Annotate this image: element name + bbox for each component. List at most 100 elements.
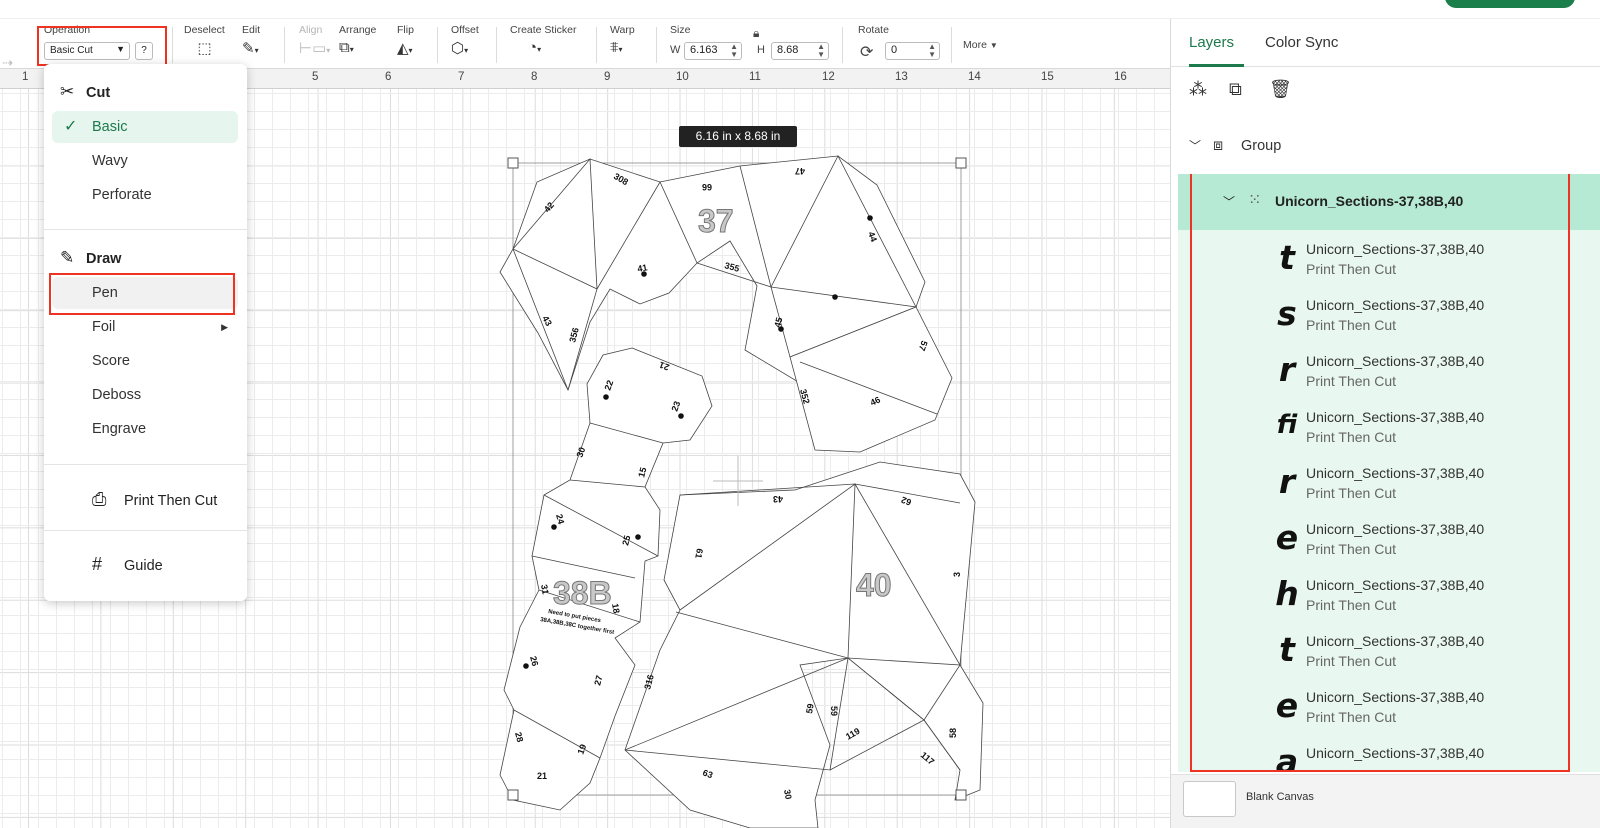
chevron-down-icon[interactable]: ﹀ <box>1189 137 1213 154</box>
menu-item-label: Pen <box>92 285 118 301</box>
layer-row[interactable]: fi Unicorn_Sections-37,38B,40 Print Then… <box>1178 400 1600 456</box>
flip-button[interactable]: Flip ◭▾ <box>397 24 414 57</box>
layer-name: Unicorn_Sections-37,38B,40 <box>1306 689 1485 705</box>
layer-operation: Print Then Cut <box>1306 709 1397 725</box>
pencil-icon: ✎▾ <box>242 40 259 57</box>
edge-label: 30 <box>782 789 794 801</box>
more-button[interactable]: More ▼ <box>963 39 998 51</box>
divider <box>496 27 497 63</box>
width-value: 6.163 <box>690 44 718 56</box>
menu-item-score[interactable]: Score <box>52 345 238 377</box>
ruler-tick: 13 <box>895 71 908 83</box>
edge-label: 21 <box>537 771 547 781</box>
layer-row[interactable]: h Unicorn_Sections-37,38B,40 Print Then … <box>1178 568 1600 624</box>
stepper-icon[interactable]: ▲ ▼ <box>730 43 738 59</box>
divider <box>656 27 657 63</box>
operation-select[interactable]: Basic Cut ▼ <box>44 42 130 60</box>
layer-row[interactable]: s Unicorn_Sections-37,38B,40 Print Then … <box>1178 288 1600 344</box>
layer-row[interactable]: e Unicorn_Sections-37,38B,40 Print Then … <box>1178 680 1600 736</box>
menu-item-wavy[interactable]: Wavy <box>52 145 238 177</box>
make-button[interactable] <box>1445 0 1575 8</box>
menu-item-pen[interactable]: Pen <box>52 277 238 309</box>
warp-button[interactable]: Warp ⩨▾ <box>610 24 635 56</box>
menu-item-label: Deboss <box>92 387 142 403</box>
divider <box>44 229 247 230</box>
layer-glyph: e <box>1275 518 1299 557</box>
menu-item-engrave[interactable]: Engrave <box>52 413 238 445</box>
resize-handle <box>955 157 967 169</box>
ruler-tick: 10 <box>676 71 689 83</box>
group-row[interactable]: ﹀ ⧈ Group <box>1189 137 1281 155</box>
chevron-down-icon[interactable]: ﹀ <box>1223 193 1235 210</box>
layer-operation: Print Then Cut <box>1306 653 1397 669</box>
edge-label: 58 <box>948 728 958 738</box>
layer-group-header[interactable]: ﹀ ⁙ Unicorn_Sections-37,38B,40 <box>1178 174 1600 230</box>
trash-icon[interactable]: 🗑︎ <box>1269 79 1309 100</box>
menu-item-label: Basic <box>92 119 128 135</box>
menu-item-deboss[interactable]: Deboss <box>52 379 238 411</box>
rotate-input[interactable]: 0 ▲ ▼ <box>885 42 940 60</box>
edge-label: 18 <box>610 603 622 615</box>
canvas-color-swatch[interactable] <box>1183 781 1236 817</box>
more-label: More <box>963 39 987 51</box>
edit-button[interactable]: Edit ✎▾ <box>242 24 260 57</box>
layer-glyph: t <box>1279 630 1295 669</box>
layer-operation: Print Then Cut <box>1306 541 1397 557</box>
offset-button[interactable]: Offset ⬡▾ <box>451 24 479 57</box>
operation-group: Operation <box>44 24 90 36</box>
warp-icon: ⩨▾ <box>610 39 623 56</box>
arrange-button[interactable]: Arrange ⧉▾ <box>339 24 376 56</box>
group-icon: ⧈ <box>1213 137 1224 154</box>
menu-item-guide[interactable]: # Guide <box>92 554 163 575</box>
layer-row[interactable]: t Unicorn_Sections-37,38B,40 Print Then … <box>1178 232 1600 288</box>
menu-item-foil[interactable]: Foil ▶ <box>52 311 238 343</box>
height-input[interactable]: 8.68 ▲ ▼ <box>771 42 829 60</box>
size-label: Size <box>670 24 691 36</box>
blank-canvas-row[interactable]: Blank Canvas <box>1171 774 1600 828</box>
offset-label: Offset <box>451 24 479 36</box>
layer-glyph: a <box>1275 742 1299 772</box>
deselect-button[interactable]: Deselect ⬚ <box>184 24 225 57</box>
stepper-icon[interactable]: ▲ ▼ <box>928 43 936 59</box>
menu-item-label: Guide <box>124 558 163 574</box>
layer-name: Unicorn_Sections-37,38B,40 <box>1306 353 1485 369</box>
layer-row[interactable]: a Unicorn_Sections-37,38B,40 <box>1178 736 1600 772</box>
duplicate-icon[interactable]: ⧉ <box>1229 79 1269 100</box>
layer-operation: Print Then Cut <box>1306 597 1397 613</box>
tab-color-sync[interactable]: Color Sync <box>1265 34 1338 51</box>
ungroup-icon[interactable]: ⁂ <box>1189 79 1229 100</box>
layer-row[interactable]: e Unicorn_Sections-37,38B,40 Print Then … <box>1178 512 1600 568</box>
menu-item-print-then-cut[interactable]: ⎙ Print Then Cut <box>92 489 217 510</box>
width-input[interactable]: 6.163 ▲ ▼ <box>684 42 742 60</box>
submenu-arrow-icon: ▶ <box>221 322 228 332</box>
edge-label: 117 <box>919 750 937 767</box>
menu-item-perforate[interactable]: Perforate <box>52 179 238 211</box>
layer-name: Unicorn_Sections-37,38B,40 <box>1306 465 1485 481</box>
create-sticker-button[interactable]: Create Sticker ◔▾ <box>510 24 577 56</box>
menu-item-basic[interactable]: ✓ Basic <box>52 111 238 143</box>
draw-section-header: ✎ Draw <box>60 248 121 268</box>
scissors-icon: ✂ <box>60 82 75 101</box>
menu-item-label: Wavy <box>92 153 128 169</box>
layer-glyph: r <box>1278 462 1296 501</box>
operation-dropdown-menu: ✂ Cut ✓ Basic Wavy Perforate ✎ Draw Pen Fo… <box>44 64 247 601</box>
height-value: 8.68 <box>777 44 799 56</box>
align-button: Align ⊢▭▾ <box>299 24 330 57</box>
layer-glyph: s <box>1277 294 1297 333</box>
layer-row[interactable]: r Unicorn_Sections-37,38B,40 Print Then … <box>1178 456 1600 512</box>
divider <box>437 27 438 63</box>
help-button[interactable]: ? <box>135 42 153 60</box>
cut-header-label: Cut <box>86 85 111 101</box>
layer-row[interactable]: r Unicorn_Sections-37,38B,40 Print Then … <box>1178 344 1600 400</box>
stepper-icon[interactable]: ▲ ▼ <box>817 43 825 59</box>
lock-icon[interactable]: 🔒︎ <box>753 26 759 41</box>
tab-layers[interactable]: Layers <box>1189 34 1234 51</box>
layer-name: Unicorn_Sections-37,38B,40 <box>1306 409 1485 425</box>
divider <box>596 27 597 63</box>
layer-glyph: h <box>1275 574 1299 613</box>
ruler-tick: 5 <box>312 71 319 83</box>
layer-operation: Print Then Cut <box>1306 485 1397 501</box>
edge-label: 59 <box>804 703 816 715</box>
group-label: Group <box>1241 138 1282 154</box>
layer-row[interactable]: t Unicorn_Sections-37,38B,40 Print Then … <box>1178 624 1600 680</box>
